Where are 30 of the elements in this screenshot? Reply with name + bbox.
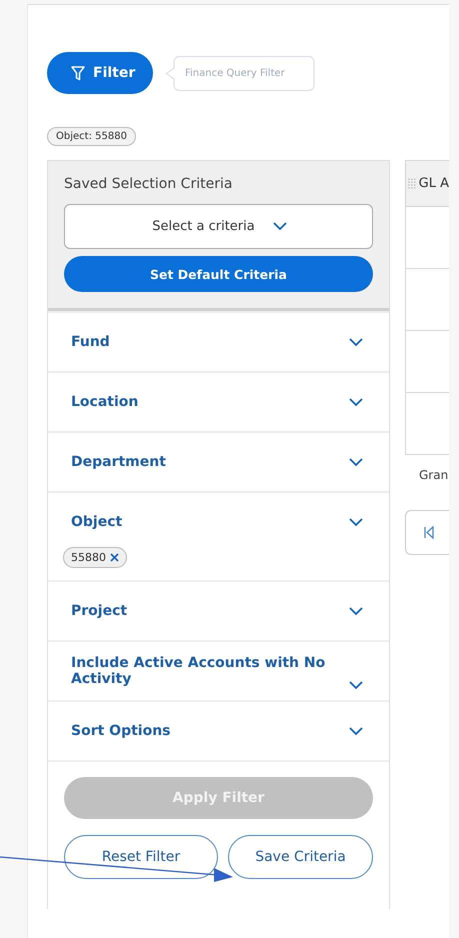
tooltip: Finance Query Filter <box>165 54 315 92</box>
remove-icon[interactable] <box>110 553 119 562</box>
first-page-icon <box>424 526 434 539</box>
chevron-down-icon <box>349 726 363 736</box>
chevron-down-icon <box>349 606 363 616</box>
accordion-header[interactable]: Include Active Accounts with No Activity <box>48 642 389 700</box>
accordion-header[interactable]: Department <box>48 433 389 491</box>
filter-chip: Object: 55880 <box>47 127 136 146</box>
chevron-down-icon <box>349 518 363 526</box>
filter-button[interactable]: Filter <box>47 52 153 94</box>
accordion-header[interactable]: Fund <box>48 313 389 371</box>
save-criteria-button[interactable]: Save Criteria <box>228 835 373 879</box>
reset-filter-button[interactable]: Reset Filter <box>64 835 218 879</box>
set-default-button[interactable]: Set Default Criteria <box>64 256 373 292</box>
filter-icon <box>71 66 85 80</box>
first-page-button[interactable] <box>405 510 449 555</box>
panel-title: Saved Selection Criteria <box>64 176 234 192</box>
accordion-header[interactable]: Sort Options <box>48 702 389 760</box>
grand-total-label: Gran <box>419 468 449 482</box>
column-header: GL A <box>418 176 449 191</box>
chevron-down-icon <box>349 458 363 466</box>
filter-chip: 55880 <box>63 547 127 568</box>
criteria-dropdown[interactable]: Select a criteria <box>64 204 373 249</box>
chevron-down-icon <box>349 398 363 406</box>
chevron-down-icon <box>272 222 287 231</box>
chevron-down-icon <box>349 338 363 346</box>
accordion-header[interactable]: Project <box>48 582 389 640</box>
chevron-down-icon <box>349 680 363 690</box>
drag-handle-icon <box>408 178 416 190</box>
accordion-header[interactable]: Location <box>48 373 389 431</box>
